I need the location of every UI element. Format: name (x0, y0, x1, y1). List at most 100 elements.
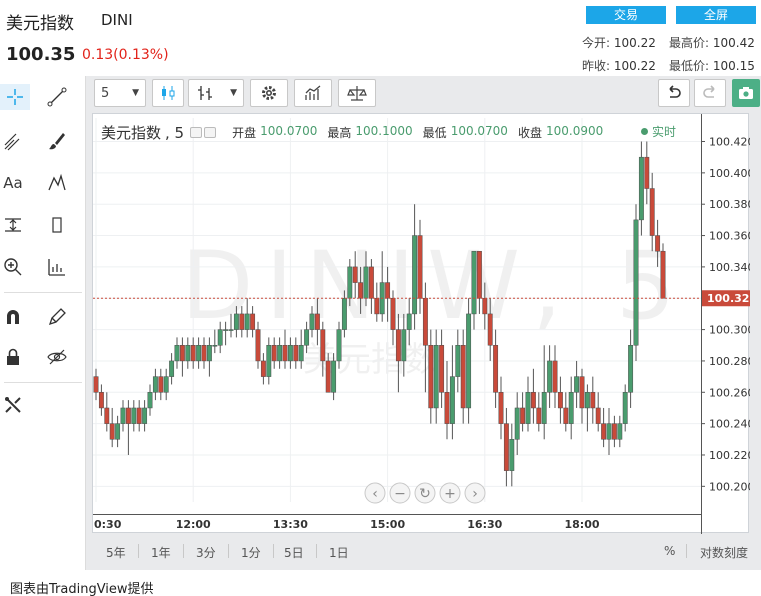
range-5y-button[interactable]: 5年 (106, 544, 126, 561)
range-divider (316, 544, 317, 558)
candlestick-chart[interactable]: 100.4200 100.4000 100.3800 100.3600 100.3400… (93, 114, 750, 534)
ruler-icon (48, 259, 65, 276)
candle-body (163, 376, 169, 393)
candle-body (493, 345, 499, 393)
candles-button[interactable] (152, 79, 184, 107)
indicators-button[interactable] (294, 79, 332, 107)
trend-line-tool[interactable] (44, 84, 70, 110)
range-divider (183, 544, 184, 558)
zoom-in-icon[interactable]: + (439, 482, 461, 504)
candle-body (601, 423, 607, 440)
measure-tool[interactable] (0, 212, 26, 238)
open-value: 100.22 (613, 36, 656, 50)
compare-button[interactable] (338, 79, 376, 107)
prev-close-label: 昨收: (582, 59, 611, 73)
candle-body (660, 250, 666, 299)
legend-close-value: 100.0900 (545, 124, 604, 138)
instrument-name: 美元指数 (6, 14, 74, 34)
candle-body (93, 376, 99, 393)
reset-icon[interactable]: ↻ (414, 482, 436, 504)
chart-style-select[interactable]: ▼ (188, 79, 244, 107)
prev-close-value: 100.22 (613, 59, 656, 73)
chart-pane[interactable]: DINIW, 5 美元指数 100.4200100.4000100.380010… (92, 113, 750, 534)
fullscreen-button[interactable]: 全屏 (676, 6, 756, 24)
ruler-tool[interactable] (44, 254, 70, 280)
chevron-down-icon: ▼ (230, 88, 237, 98)
realtime-label: 实时 (652, 125, 677, 139)
lock-tool[interactable] (0, 344, 26, 370)
candle-body (449, 376, 455, 424)
candle-body (536, 407, 542, 424)
undo-button[interactable] (658, 79, 690, 107)
candle-body (433, 345, 439, 409)
candle-body (125, 407, 131, 424)
low-value: 100.15 (712, 59, 755, 73)
pitchfork-icon (4, 133, 20, 151)
log-scale-button[interactable]: 对数刻度 (700, 544, 748, 561)
interval-select[interactable]: 5 ▼ (94, 79, 146, 107)
candle-body (147, 392, 153, 409)
candle-body (271, 345, 277, 362)
zoom-tool[interactable] (0, 254, 26, 280)
nav-button-glyph: + (444, 486, 456, 502)
range-divider (273, 544, 274, 558)
candle-body (574, 376, 580, 393)
candle-body (260, 360, 266, 377)
text-tool[interactable]: Aa (0, 170, 26, 196)
trade-button[interactable]: 交易 (586, 6, 666, 24)
percent-scale-button[interactable]: % (664, 544, 675, 558)
candle-body (287, 345, 293, 362)
crosshair-tool[interactable] (0, 84, 30, 110)
settings-button[interactable] (250, 79, 288, 107)
candle-body (190, 345, 196, 362)
candle-body (617, 423, 623, 440)
range-1m-button[interactable]: 1分 (241, 544, 261, 561)
fork-tool[interactable] (0, 128, 26, 154)
realtime-indicator: 实时 (641, 123, 676, 140)
eraser-tool[interactable] (44, 212, 70, 238)
candle-body (530, 392, 536, 409)
candle-body (385, 282, 391, 299)
candle-body (412, 235, 418, 315)
candle-body (557, 392, 563, 409)
chevron-down-icon: ▼ (132, 88, 139, 98)
legend-high-label: 最高 (327, 126, 352, 140)
candle-body (104, 407, 110, 424)
price-tick-label: 100.3400 (709, 261, 750, 274)
stay-drawing-tool[interactable] (44, 304, 70, 330)
magnet-tool[interactable] (0, 304, 26, 330)
candle-body (422, 297, 428, 346)
interval-value: 5 (101, 85, 110, 101)
zoom-out-icon[interactable]: − (389, 482, 411, 504)
hide-tool[interactable] (44, 344, 70, 370)
zoom-in-icon (4, 258, 22, 276)
candle-body (547, 360, 553, 393)
pattern-tool[interactable] (44, 170, 70, 196)
snapshot-button[interactable] (732, 79, 760, 107)
brush-tool[interactable] (44, 128, 70, 154)
candle-body (131, 407, 137, 424)
candle-body (498, 392, 504, 424)
time-tick-label: 0:30 (94, 518, 122, 531)
candle-body (320, 329, 326, 362)
scroll-left-icon[interactable]: ‹ (364, 482, 386, 504)
candle-body (584, 392, 590, 409)
legend-ohlc: 开盘 100.0700 最高 100.1000 最低 100.0700 收盘 1… (232, 124, 609, 141)
last-price: 100.35 (6, 44, 76, 65)
current-price-label: 100.3200 (707, 292, 750, 305)
eye-off-icon (47, 349, 67, 365)
range-1d-button[interactable]: 1日 (329, 544, 349, 561)
time-tick-label: 12:00 (176, 518, 211, 531)
candle-body (455, 345, 461, 377)
redo-button[interactable] (694, 79, 726, 107)
pencil-lock-icon (48, 308, 66, 326)
range-3m-button[interactable]: 3分 (196, 544, 216, 561)
scroll-right-icon[interactable]: › (464, 482, 486, 504)
price-tick-label: 100.2400 (709, 418, 750, 431)
range-5d-button[interactable]: 5日 (284, 544, 304, 561)
legend-close-icon[interactable] (204, 127, 217, 138)
range-1y-button[interactable]: 1年 (151, 544, 171, 561)
candle-body (444, 392, 450, 424)
legend-settings-icon[interactable] (190, 127, 203, 138)
remove-drawings-tool[interactable] (0, 392, 26, 418)
